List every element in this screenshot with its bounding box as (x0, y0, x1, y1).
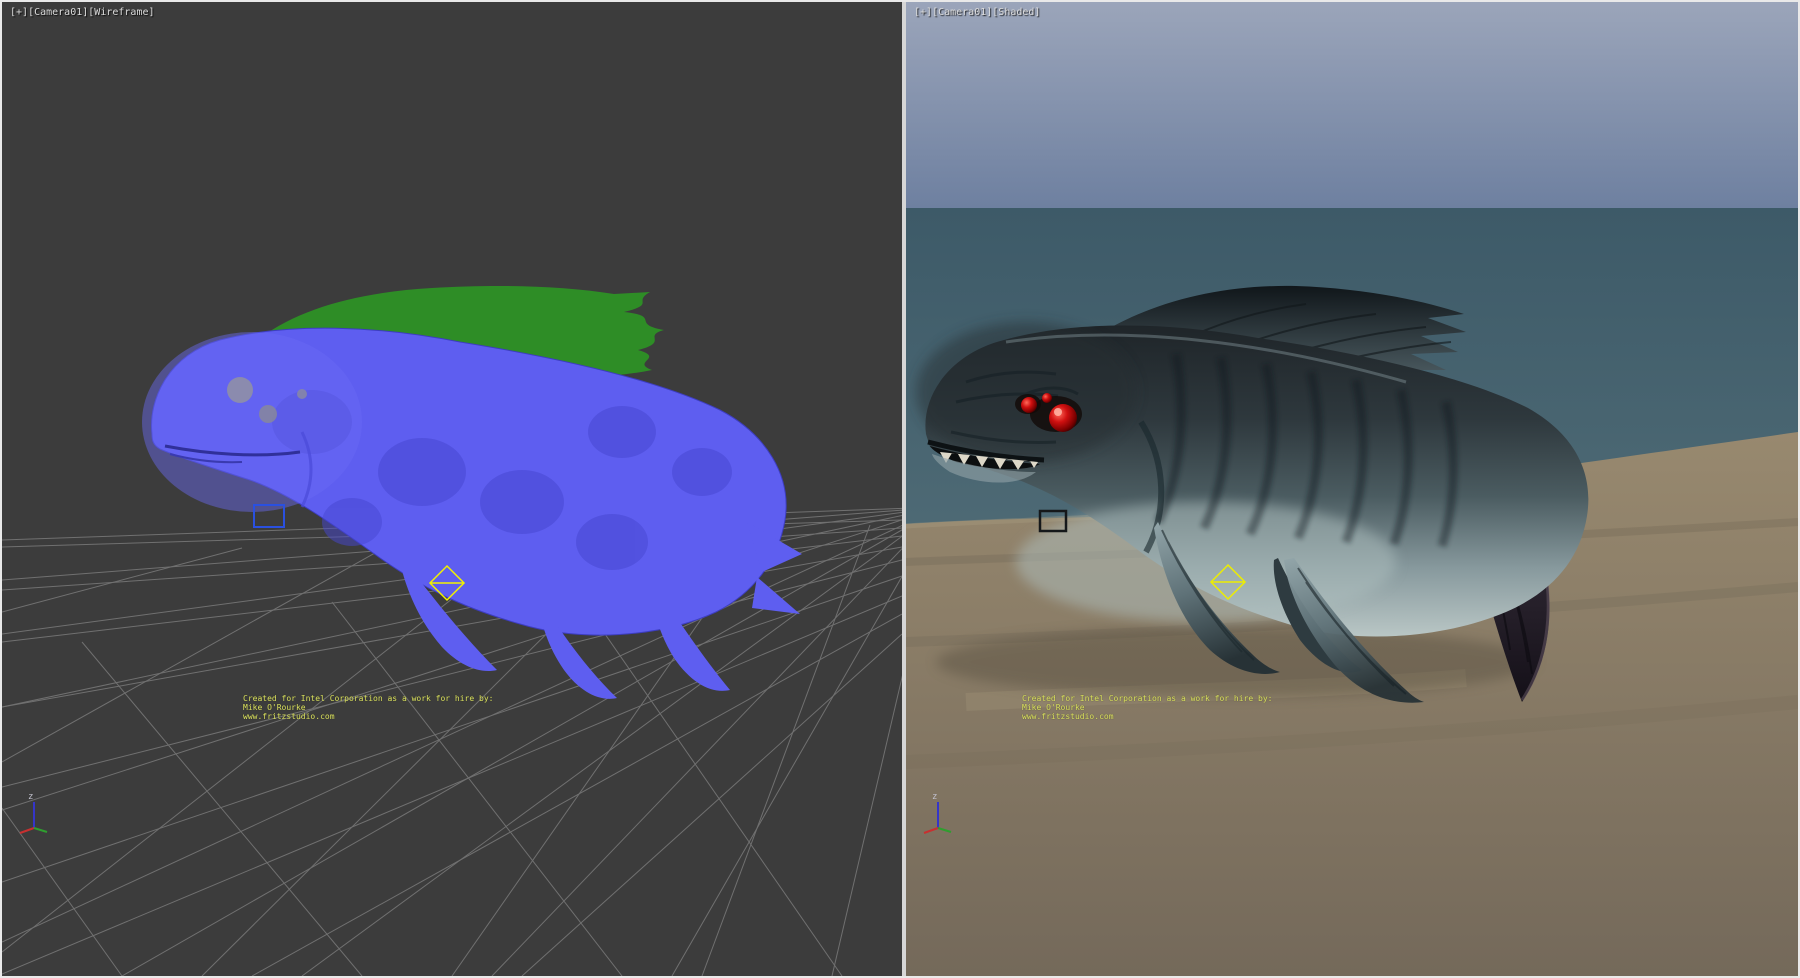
eye-medium (1021, 397, 1037, 413)
viewport-wireframe[interactable]: [+][Camera01][Wireframe] Created for Int… (2, 2, 902, 976)
credit-line-2: Mike O'Rourke (1022, 703, 1272, 712)
viewport-label: [+][Camera01][Shaded] (914, 7, 1040, 18)
eye-large-glint (1054, 408, 1062, 416)
credit-line-2: Mike O'Rourke (243, 703, 493, 712)
viewport-menu-general[interactable]: [+] (10, 7, 28, 18)
sky (906, 2, 1798, 208)
eye-spot-small (297, 389, 307, 399)
viewport-menu-pov[interactable]: [Camera01] (28, 7, 88, 18)
credit-line-3: www.fritzstudio.com (1022, 712, 1272, 721)
viewport-menu-pov[interactable]: [Camera01] (932, 7, 992, 18)
credit-line-1: Created for Intel Corporation as a work … (1022, 694, 1272, 703)
eye-large (1049, 404, 1077, 432)
viewport-label: [+][Camera01][Wireframe] (10, 7, 155, 18)
viewport-shaded[interactable]: [+][Camera01][Shaded] Created for Intel … (906, 2, 1798, 976)
viewport-menu-shading[interactable]: [Wireframe] (88, 7, 154, 18)
z-axis-label: z (28, 792, 33, 802)
shaded-scene[interactable] (906, 2, 1798, 976)
x-axis-line (20, 828, 34, 833)
viewport-menu-general[interactable]: [+] (914, 7, 932, 18)
viewport-menu-shading[interactable]: [Shaded] (992, 7, 1040, 18)
credit-line-3: www.fritzstudio.com (243, 712, 493, 721)
scene-credit-text: Created for Intel Corporation as a work … (243, 694, 493, 721)
world-axis-tripod: z (918, 788, 962, 834)
viewport-area: [+][Camera01][Wireframe] Created for Int… (0, 0, 1800, 978)
wireframe-scene[interactable] (2, 2, 902, 976)
head-highlight (142, 332, 362, 512)
y-axis-line (34, 828, 47, 832)
x-axis-line (924, 828, 938, 833)
world-axis-tripod: z (14, 788, 58, 834)
y-axis-line (938, 828, 951, 832)
credit-line-1: Created for Intel Corporation as a work … (243, 694, 493, 703)
eye-spot-large (227, 377, 253, 403)
eye-small (1042, 393, 1052, 403)
scene-credit-text: Created for Intel Corporation as a work … (1022, 694, 1272, 721)
z-axis-label: z (932, 792, 937, 802)
eye-spot-medium (259, 405, 277, 423)
